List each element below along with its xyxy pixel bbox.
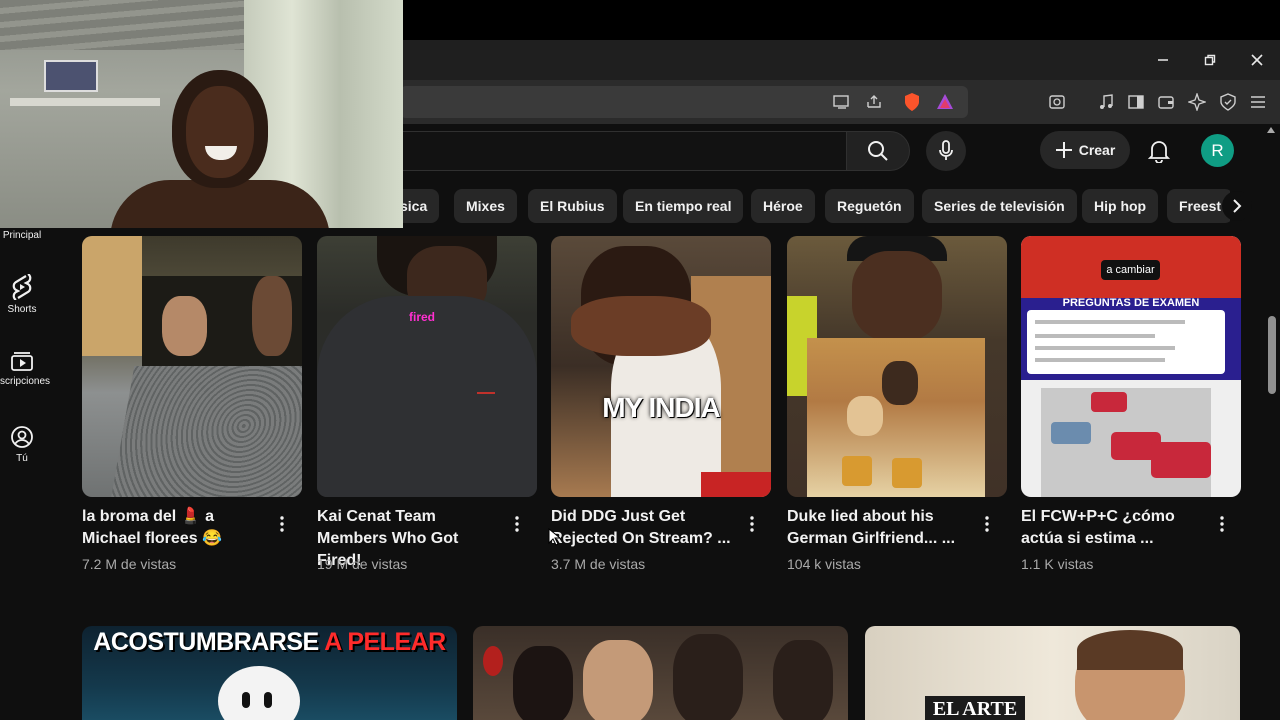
video-thumbnail[interactable] [82,236,302,497]
chips-next-button[interactable] [1222,191,1252,221]
thumbnail-overlay-text: ACOSTUMBRARSE A PELEAR [93,628,446,656]
share-icon[interactable] [862,90,886,114]
video-views: 1.1 K vistas [1021,556,1094,572]
cast-icon[interactable] [829,90,853,114]
video-thumbnail[interactable]: MY INDIA [551,236,771,497]
chip-regueton[interactable]: Reguetón [825,189,914,223]
thumbnail-overlay-text: fired [408,310,435,324]
sidebar-toggle-icon[interactable] [1124,90,1148,114]
menu-icon[interactable] [1246,90,1270,114]
sidebar-search-icon[interactable] [1045,90,1069,114]
search-icon [868,141,888,161]
you-icon [11,426,33,448]
chip-music[interactable]: sica [400,189,440,223]
more-options-icon[interactable] [276,512,288,536]
more-options-icon[interactable] [511,512,523,536]
microphone-icon [939,140,953,160]
brave-rewards-icon[interactable] [933,90,957,114]
video-views: 7.2 M de vistas [82,556,177,572]
more-options-icon[interactable] [981,512,993,536]
chip-heroe[interactable]: Héroe [751,189,815,223]
scrollbar-thumb[interactable] [1268,316,1276,394]
brave-shield-icon[interactable] [900,90,924,114]
more-options-icon[interactable] [1216,512,1228,536]
video-views: 3.7 M de vistas [551,556,646,572]
sidebar-item-home[interactable]: Principal [0,230,44,241]
leo-ai-icon[interactable] [1185,90,1209,114]
video-views: 104 k vistas [787,556,861,572]
restore-icon[interactable] [1198,48,1222,72]
more-options-icon[interactable] [746,512,758,536]
video-thumbnail[interactable]: ACOSTUMBRARSE A PELEAR [82,626,457,720]
thumbnail-overlay-text: PREGUNTAS DE EXAMEN [1062,297,1200,309]
create-label: Crear [1078,142,1116,158]
create-button[interactable]: Crear [1040,131,1130,169]
chip-el-rubius[interactable]: El Rubius [528,189,617,223]
sidebar-item-subscriptions[interactable]: scripciones [0,350,56,387]
avatar[interactable]: R [1201,134,1234,167]
sidebar-item-shorts[interactable]: Shorts [0,274,44,315]
category-chips: sica Mixes El Rubius En tiempo real Héro… [400,189,1230,223]
video-title[interactable]: Duke lied about his German Girlfriend...… [787,506,977,550]
chip-series-de-television[interactable]: Series de televisión [922,189,1077,223]
scrollbar-track[interactable] [1262,124,1280,720]
video-thumbnail[interactable]: EL ARTE [865,626,1240,720]
chevron-right-icon [1233,199,1242,213]
search-button[interactable] [846,131,910,171]
sidebar-item-label: scripciones [0,376,51,387]
chip-en-tiempo-real[interactable]: En tiempo real [623,189,744,223]
plus-icon [1055,142,1072,158]
mouse-cursor-icon [548,528,560,546]
minimize-icon[interactable] [1151,48,1175,72]
sidebar-item-label: Principal [2,230,42,241]
chip-hip-hop[interactable]: Hip hop [1082,189,1159,223]
close-window-icon[interactable] [1245,48,1269,72]
search-input[interactable] [400,131,846,171]
webcam-overlay [0,0,403,228]
vpn-icon[interactable] [1216,90,1240,114]
sidebar-item-you[interactable]: Tú [0,425,44,464]
thumbnail-caption: a cambiar [1101,260,1160,280]
voice-search-button[interactable] [926,131,966,171]
chip-mixes[interactable]: Mixes [454,189,517,223]
video-thumbnail[interactable] [787,236,1007,497]
chip-freestyle[interactable]: Freest [1167,189,1230,223]
thumbnail-overlay-text: EL ARTE [932,698,1018,720]
thumbnail-overlay-text: MY INDIA [602,392,721,423]
scroll-up-icon[interactable] [1266,126,1276,134]
notifications-button[interactable] [1144,136,1174,166]
video-thumbnail[interactable]: fired [317,236,537,497]
video-views: 19 M de vistas [317,556,408,572]
wallet-icon[interactable] [1154,90,1178,114]
video-title[interactable]: la broma del 💄 a Michael florees 😂 [82,506,272,550]
music-icon[interactable] [1094,90,1118,114]
video-title[interactable]: Did DDG Just Get Rejected On Stream? ... [551,506,741,550]
shorts-icon [12,274,32,300]
video-thumbnail[interactable]: a cambiar PREGUNTAS DE EXAMEN [1021,236,1241,497]
video-thumbnail[interactable] [473,626,848,720]
video-title[interactable]: El FCW+P+C ¿cómo actúa si estima ... [1021,506,1211,550]
sidebar-item-label: Shorts [7,304,37,315]
sidebar-item-label: Tú [16,453,28,464]
bell-icon [1148,141,1170,163]
subscriptions-icon [11,352,33,371]
